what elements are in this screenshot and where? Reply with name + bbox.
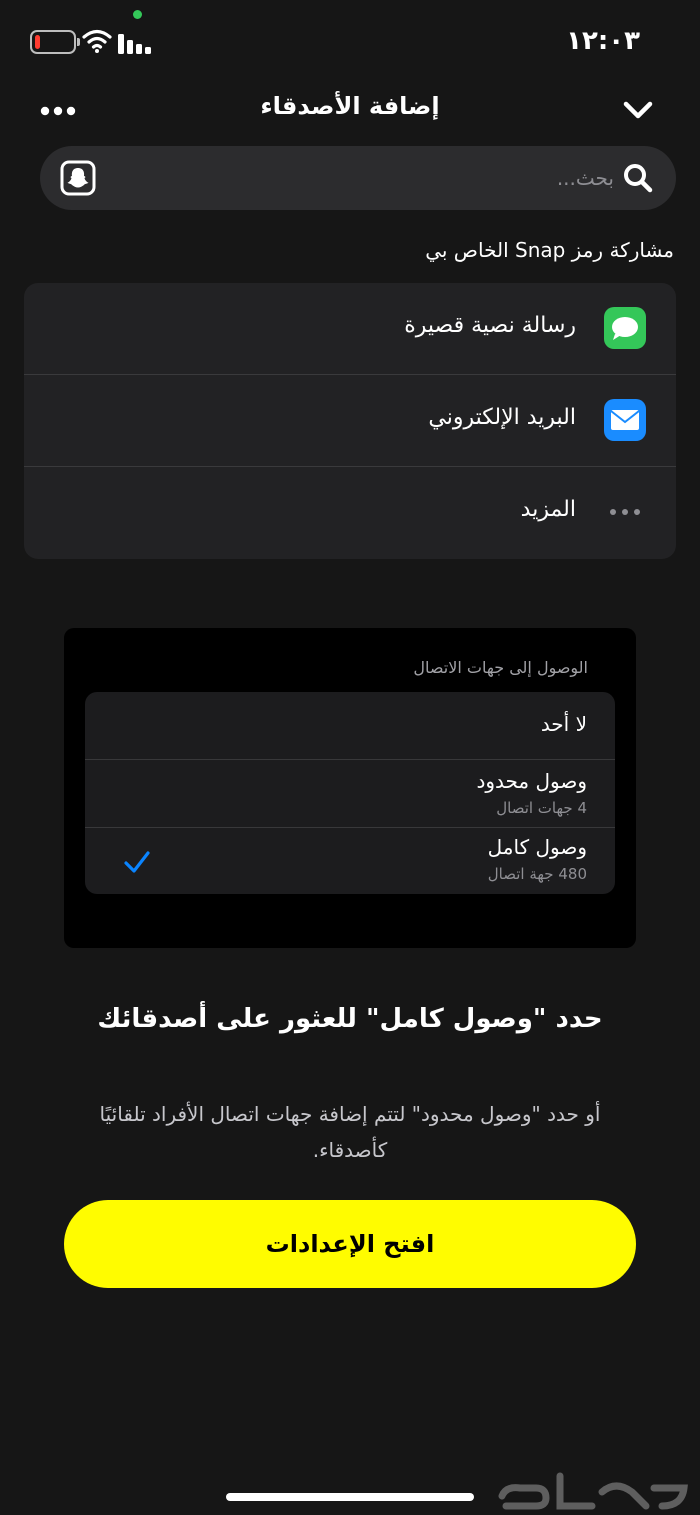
share-row-more[interactable]: المزيد xyxy=(24,467,676,559)
haraj-watermark-logo xyxy=(498,1472,688,1510)
contacts-access-title: الوصول إلى جهات الاتصال xyxy=(413,658,588,677)
home-indicator[interactable] xyxy=(226,1493,474,1501)
option-sublabel: 4 جهات اتصال xyxy=(496,799,587,817)
option-sublabel: 480 جهة اتصال xyxy=(487,865,587,883)
option-label: وصول كامل xyxy=(487,835,587,859)
snapcode-icon[interactable] xyxy=(60,160,96,196)
checkmark-icon xyxy=(124,851,150,873)
share-row-sms[interactable]: رسالة نصية قصيرة xyxy=(24,283,676,375)
open-settings-button[interactable]: افتح الإعدادات xyxy=(64,1200,636,1288)
more-options-icon[interactable] xyxy=(40,106,76,116)
option-label: لا أحد xyxy=(540,712,587,736)
share-row-label: رسالة نصية قصيرة xyxy=(404,313,576,338)
wifi-icon xyxy=(82,29,112,53)
status-time: ١٢:٠٣ xyxy=(566,26,640,56)
status-bar: ١٢:٠٣ xyxy=(0,0,700,80)
share-row-email[interactable]: البريد الإلكتروني xyxy=(24,375,676,467)
messages-icon xyxy=(604,307,646,349)
instruction-headline: حدد "وصول كامل" للعثور على أصدقائك xyxy=(97,1004,603,1034)
mic-indicator-dot xyxy=(133,10,142,19)
search-input[interactable] xyxy=(174,156,614,200)
option-label: وصول محدود xyxy=(476,769,587,793)
share-snapcode-label: مشاركة رمز Snap الخاص بي xyxy=(425,238,674,262)
search-icon xyxy=(624,164,653,193)
cellular-signal-icon xyxy=(118,34,151,54)
option-full[interactable]: وصول كامل 480 جهة اتصال xyxy=(85,828,615,895)
option-none[interactable]: لا أحد xyxy=(85,692,615,759)
add-friends-screen: ١٢:٠٣ إضافة الأصدقاء مشاركة رمز Snap الخ… xyxy=(0,0,700,1515)
option-limited[interactable]: وصول محدود 4 جهات اتصال xyxy=(85,760,615,827)
more-dots-icon xyxy=(610,509,640,515)
mail-icon xyxy=(604,399,646,441)
instruction-subtext: أو حدد "وصول محدود" لتتم إضافة جهات اتصا… xyxy=(99,1102,601,1162)
search-bar[interactable] xyxy=(40,146,676,210)
page-title: إضافة الأصدقاء xyxy=(260,92,440,120)
battery-icon xyxy=(30,30,80,54)
battery-level-fill xyxy=(35,35,40,49)
share-options-list: رسالة نصية قصيرة البريد الإلكتروني المزي… xyxy=(24,283,676,559)
top-bar: إضافة الأصدقاء xyxy=(0,80,700,140)
contacts-access-card: الوصول إلى جهات الاتصال لا أحد وصول محدو… xyxy=(64,628,636,948)
share-row-label: المزيد xyxy=(520,497,576,522)
share-row-label: البريد الإلكتروني xyxy=(428,405,576,430)
contacts-access-options: لا أحد وصول محدود 4 جهات اتصال وصول كامل… xyxy=(85,692,615,894)
